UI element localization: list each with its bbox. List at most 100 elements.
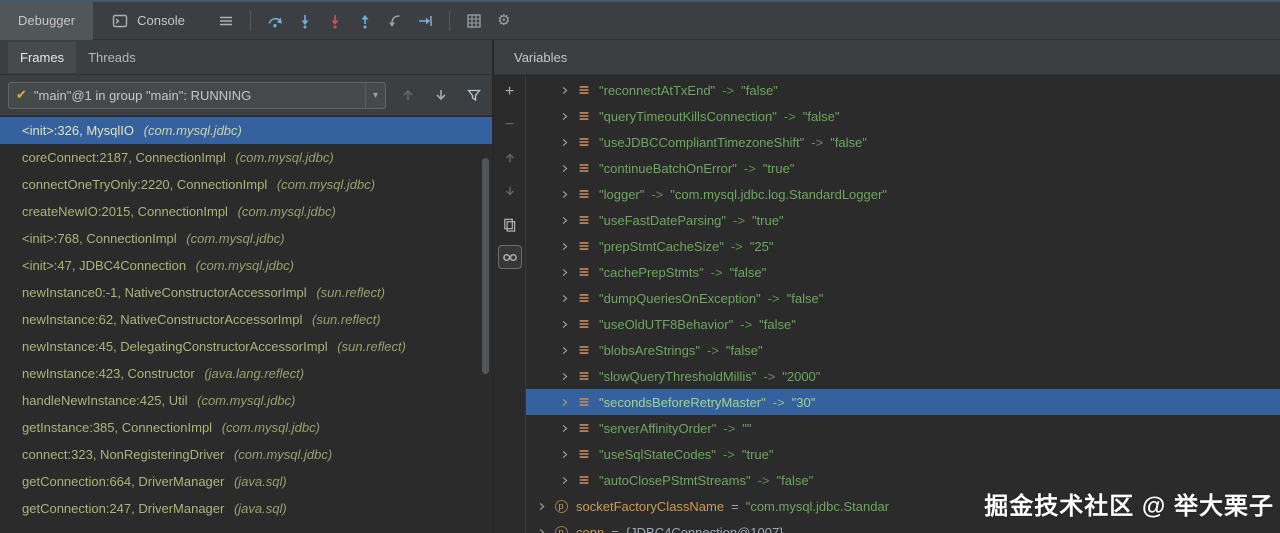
variable-name: "useOldUTF8Behavior" <box>599 317 733 332</box>
variable-name: "secondsBeforeRetryMaster" <box>599 395 766 410</box>
variable-row[interactable]: "prepStmtCacheSize" -> "25" <box>526 233 1280 259</box>
frame-row[interactable]: <init>:326, MysqlIO (com.mysql.jdbc) <box>0 117 492 144</box>
chevron-right-icon[interactable] <box>556 85 572 96</box>
frame-row[interactable]: newInstance:423, Constructor (java.lang.… <box>0 360 492 387</box>
dropdown-arrow-icon[interactable]: ▾ <box>365 83 385 108</box>
map-entry-icon <box>576 446 592 462</box>
drop-frame-icon[interactable] <box>380 8 410 34</box>
chevron-right-icon[interactable] <box>556 423 572 434</box>
chevron-right-icon[interactable] <box>556 215 572 226</box>
variable-row[interactable]: "slowQueryThresholdMillis" -> "2000" <box>526 363 1280 389</box>
frames-scrollbar-thumb[interactable] <box>482 158 489 374</box>
chevron-right-icon[interactable] <box>556 449 572 460</box>
chevron-right-icon[interactable] <box>556 241 572 252</box>
chevron-right-icon[interactable] <box>556 137 572 148</box>
variable-name: "reconnectAtTxEnd" <box>599 83 715 98</box>
variable-row[interactable]: "continueBatchOnError" -> "true" <box>526 155 1280 181</box>
watches-toolbar: + − <box>494 75 526 533</box>
frames-scrollbar[interactable] <box>482 118 489 531</box>
chevron-right-icon[interactable] <box>556 475 572 486</box>
tab-frames[interactable]: Frames <box>8 42 76 73</box>
chevron-right-icon[interactable] <box>556 189 572 200</box>
tab-threads[interactable]: Threads <box>76 42 148 73</box>
variable-value: "false" <box>726 343 763 358</box>
duplicate-watch-button[interactable] <box>498 212 522 236</box>
frame-row[interactable]: newInstance:62, NativeConstructorAccesso… <box>0 306 492 333</box>
chevron-right-icon[interactable] <box>556 293 572 304</box>
map-entry-icon <box>576 394 592 410</box>
frame-location: <init>:326, MysqlIO <box>22 123 134 138</box>
frame-row[interactable]: getInstance:385, ConnectionImpl (com.mys… <box>0 414 492 441</box>
variable-row[interactable]: "secondsBeforeRetryMaster" -> "30" <box>526 389 1280 415</box>
frame-package: (com.mysql.jdbc) <box>238 204 336 219</box>
variable-row[interactable]: "queryTimeoutKillsConnection" -> "false" <box>526 103 1280 129</box>
variable-row[interactable]: "useJDBCCompliantTimezoneShift" -> "fals… <box>526 129 1280 155</box>
step-out-icon[interactable] <box>350 8 380 34</box>
variable-row[interactable]: "cachePrepStmts" -> "false" <box>526 259 1280 285</box>
variable-value: "false" <box>787 291 824 306</box>
frame-row[interactable]: createNewIO:2015, ConnectionImpl (com.my… <box>0 198 492 225</box>
layout-menu-icon[interactable] <box>211 8 241 34</box>
move-up-button[interactable] <box>498 146 522 170</box>
frame-row[interactable]: handleNewInstance:425, Util (com.mysql.j… <box>0 387 492 414</box>
view-breakpoints-icon[interactable] <box>459 8 489 34</box>
variable-value: "25" <box>750 239 774 254</box>
arrow-separator: -> <box>731 239 743 254</box>
gear-glyph: ⚙ <box>497 13 510 28</box>
variable-row[interactable]: "useOldUTF8Behavior" -> "false" <box>526 311 1280 337</box>
variables-panel: Variables + − <box>494 40 1280 533</box>
frame-row[interactable]: newInstance:45, DelegatingConstructorAcc… <box>0 333 492 360</box>
variable-row[interactable]: "useFastDateParsing" -> "true" <box>526 207 1280 233</box>
chevron-right-icon[interactable] <box>556 371 572 382</box>
chevron-right-icon[interactable] <box>556 267 572 278</box>
remove-watch-button[interactable]: − <box>498 113 522 137</box>
map-entry-icon <box>576 472 592 488</box>
chevron-right-icon[interactable] <box>556 111 572 122</box>
chevron-right-icon[interactable] <box>533 501 549 512</box>
settings-icon[interactable]: ⚙ <box>489 8 519 34</box>
debug-toolbar: Debugger Console <box>0 2 1280 40</box>
tab-console[interactable]: Console <box>93 2 203 40</box>
frame-row[interactable]: connect:323, NonRegisteringDriver (com.m… <box>0 441 492 468</box>
chevron-right-icon[interactable] <box>556 345 572 356</box>
frame-row[interactable]: newInstance0:-1, NativeConstructorAccess… <box>0 279 492 306</box>
frame-row[interactable]: <init>:47, JDBC4Connection (com.mysql.jd… <box>0 252 492 279</box>
frame-row[interactable]: <init>:768, ConnectionImpl (com.mysql.jd… <box>0 225 492 252</box>
variable-row[interactable]: "useSqlStateCodes" -> "true" <box>526 441 1280 467</box>
variable-value: "2000" <box>782 369 820 384</box>
filter-frames-button[interactable] <box>463 82 484 108</box>
frame-location: getInstance:385, ConnectionImpl <box>22 420 212 435</box>
chevron-right-icon[interactable] <box>556 319 572 330</box>
thread-selector-dropdown[interactable]: ✔ "main"@1 in group "main": RUNNING ▾ <box>8 82 386 109</box>
local-variable-row[interactable]: p conn = {JDBC4Connection@1007} <box>526 519 1280 533</box>
debugger-window: Debugger Console <box>0 0 1280 533</box>
watermark-text: 掘金技术社区 @ 举大栗子 <box>984 486 1274 521</box>
frame-location: connectOneTryOnly:2220, ConnectionImpl <box>22 177 267 192</box>
frame-location: handleNewInstance:425, Util <box>22 393 188 408</box>
tab-debugger[interactable]: Debugger <box>0 2 93 40</box>
frame-row[interactable]: coreConnect:2187, ConnectionImpl (com.my… <box>0 144 492 171</box>
variable-name: "useSqlStateCodes" <box>599 447 716 462</box>
chevron-right-icon[interactable] <box>533 527 549 533</box>
step-into-icon[interactable] <box>290 8 320 34</box>
force-step-into-icon[interactable] <box>320 8 350 34</box>
chevron-right-icon[interactable] <box>556 397 572 408</box>
next-frame-button[interactable] <box>431 82 452 108</box>
show-watches-button[interactable] <box>498 245 522 269</box>
variable-row[interactable]: "reconnectAtTxEnd" -> "false" <box>526 77 1280 103</box>
chevron-right-icon[interactable] <box>556 163 572 174</box>
variables-tree: "reconnectAtTxEnd" -> "false" <box>526 75 1280 533</box>
variable-row[interactable]: "dumpQueriesOnException" -> "false" <box>526 285 1280 311</box>
move-down-button[interactable] <box>498 179 522 203</box>
previous-frame-button[interactable] <box>398 82 419 108</box>
add-watch-button[interactable]: + <box>498 80 522 104</box>
step-over-icon[interactable] <box>260 8 290 34</box>
variable-row[interactable]: "serverAffinityOrder" -> "" <box>526 415 1280 441</box>
run-to-cursor-icon[interactable] <box>410 8 440 34</box>
variable-row[interactable]: "blobsAreStrings" -> "false" <box>526 337 1280 363</box>
frame-row[interactable]: connectOneTryOnly:2220, ConnectionImpl (… <box>0 171 492 198</box>
variable-row[interactable]: "logger" -> "com.mysql.jdbc.log.Standard… <box>526 181 1280 207</box>
frame-row[interactable]: getConnection:664, DriverManager (java.s… <box>0 468 492 495</box>
frame-row[interactable]: getConnection:247, DriverManager (java.s… <box>0 495 492 522</box>
map-entry-icon <box>576 160 592 176</box>
